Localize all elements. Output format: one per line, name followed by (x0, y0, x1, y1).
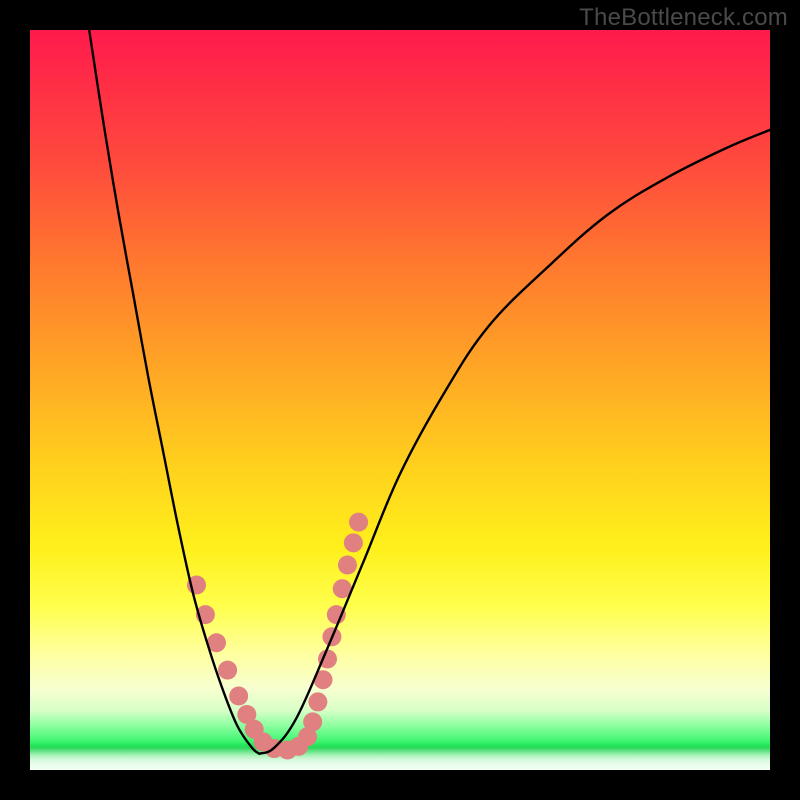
background-gradient (30, 30, 770, 770)
plot-area (30, 30, 770, 770)
attribution-text: TheBottleneck.com (579, 4, 788, 32)
chart-container: TheBottleneck.com (0, 0, 800, 800)
